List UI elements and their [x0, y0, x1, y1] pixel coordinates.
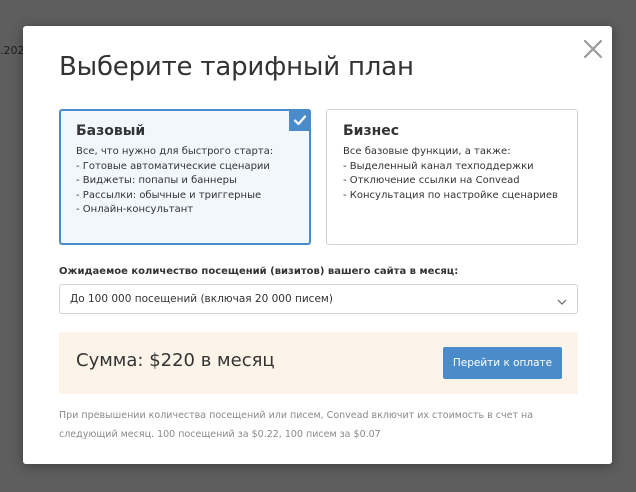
close-icon[interactable] — [583, 39, 603, 59]
pricing-plan-modal: Выберите тарифный план Базовый Все, что … — [23, 26, 612, 464]
plan-feature-line: Все, что нужно для быстрого старта: — [76, 146, 274, 157]
plan-feature-line: - Готовые автоматические сценарии — [76, 160, 270, 172]
plan-name: Базовый — [76, 123, 146, 139]
overage-note: При превышении количества посещений или … — [59, 410, 534, 440]
checkmark-icon — [289, 109, 311, 131]
plan-feature-line: - Виджеты: попапы и баннеры — [76, 175, 237, 186]
visits-label: Ожидаемое количество посещений (визитов)… — [59, 266, 459, 277]
plan-feature-line: - Отключение ссылки на Convead — [343, 175, 520, 186]
modal-title: Выберите тарифный план — [59, 52, 414, 82]
total-price: Сумма: $220 в месяц — [76, 350, 275, 371]
plan-card-business[interactable]: Бизнес Все базовые функции, а также: - В… — [326, 109, 578, 245]
chevron-down-icon — [557, 290, 567, 309]
visits-select[interactable]: До 100 000 посещений (включая 20 000 пис… — [59, 284, 578, 314]
plan-card-basic[interactable]: Базовый Все, что нужно для быстрого стар… — [59, 109, 311, 245]
price-summary: Сумма: $220 в месяц Перейти к оплате — [59, 332, 578, 394]
pay-button[interactable]: Перейти к оплате — [443, 347, 562, 379]
plan-feature-line: Все базовые функции, а также: — [343, 146, 511, 157]
plan-feature-line: - Выделенный канал техподдержки — [343, 160, 534, 172]
plan-features: Все, что нужно для быстрого старта: - Го… — [76, 145, 294, 218]
plan-features: Все базовые функции, а также: - Выделенн… — [343, 145, 561, 203]
plan-feature-line: - Онлайн-консультант — [76, 204, 194, 215]
plan-feature-line: - Рассылки: обычные и триггерные — [76, 189, 262, 201]
plan-name: Бизнес — [343, 123, 400, 139]
plan-feature-line: - Консультация по настройке сценариев — [343, 189, 558, 201]
visits-select-value: До 100 000 посещений (включая 20 000 пис… — [70, 293, 333, 305]
